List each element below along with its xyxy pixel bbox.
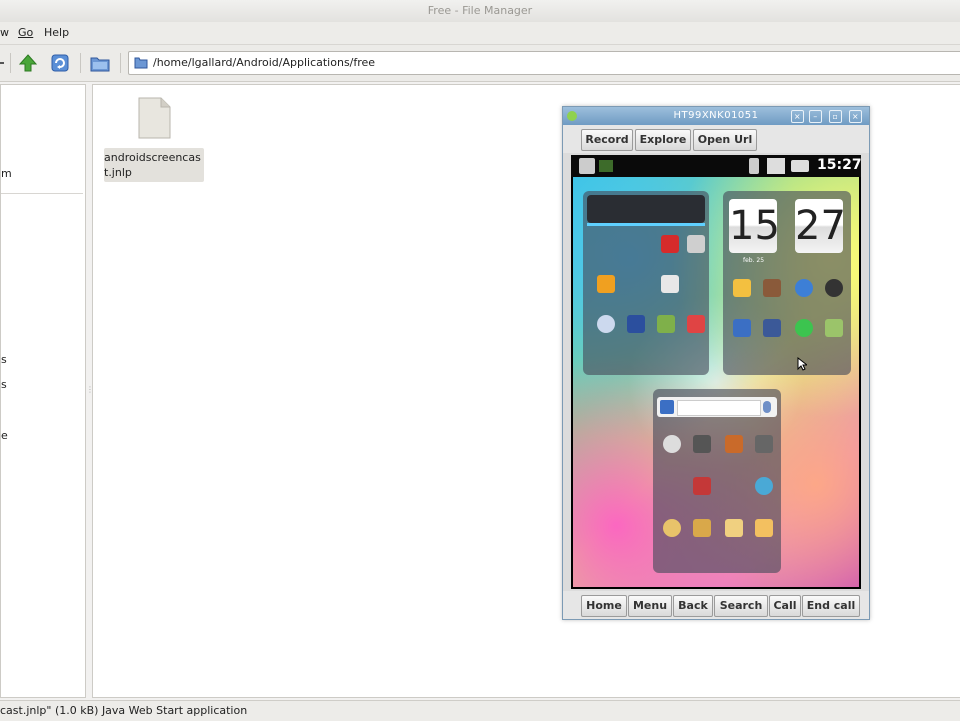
home-button[interactable]: Home [581, 595, 627, 617]
app-icon[interactable] [689, 477, 715, 495]
mouse-cursor-icon [797, 357, 807, 371]
signal-icon [767, 158, 785, 174]
screencast-title-bar[interactable]: HT99XNK01051 × – ▫ × [563, 107, 869, 125]
app-icon[interactable] [657, 275, 683, 293]
back-button[interactable]: Back [673, 595, 713, 617]
menu-view[interactable]: w [0, 26, 9, 39]
toolbar: /home/lgallard/Android/Applications/free [0, 45, 960, 82]
folder-icon [134, 57, 148, 69]
app-icon[interactable] [821, 319, 847, 337]
screencast-toolbar: Record Explore Open Url [563, 125, 869, 153]
app-icon[interactable] [721, 435, 747, 453]
app-icon[interactable] [593, 275, 619, 293]
app-icon[interactable] [729, 279, 755, 297]
sidebar-item-places[interactable]: m [1, 167, 12, 180]
app-icon[interactable] [657, 235, 683, 253]
app-icon[interactable] [689, 519, 715, 537]
app-icon[interactable] [751, 435, 777, 453]
file-item[interactable]: androidscreencast.jnlp [103, 97, 205, 182]
call-button[interactable]: Call [769, 595, 801, 617]
maximize-icon[interactable]: ▫ [829, 110, 842, 123]
phone-status-bar: 15:27 [571, 155, 861, 177]
sidebar-item-2[interactable]: s [1, 378, 7, 391]
reload-icon [51, 54, 69, 72]
window-title-bar: Free - File Manager [0, 0, 960, 23]
status-text: cast.jnlp" (1.0 kB) Java Web Start appli… [0, 704, 248, 717]
app-icon[interactable] [759, 319, 785, 337]
open-url-button[interactable]: Open Url [693, 129, 757, 151]
file-name: androidscreencast.jnlp [104, 148, 204, 182]
power-control-widget[interactable] [587, 195, 705, 223]
screencast-window[interactable]: HT99XNK01051 × – ▫ × Record Explore Open… [562, 106, 870, 620]
app-icon[interactable] [721, 519, 747, 537]
google-icon [660, 400, 674, 414]
app-icon[interactable] [659, 519, 685, 537]
clock-hour: 15 [729, 199, 780, 253]
sidebar-item-3[interactable]: e [1, 429, 8, 442]
app-icon[interactable] [683, 315, 709, 333]
sidebar-item-1[interactable]: s [1, 353, 7, 366]
side-pane: m s s e [0, 84, 86, 698]
close-window-icon[interactable]: × [849, 110, 862, 123]
app-icon[interactable] [689, 435, 715, 453]
location-bar[interactable]: /home/lgallard/Android/Applications/free [128, 51, 960, 75]
phone-screen[interactable]: 15:27 15 27 feb. 25 [571, 155, 861, 589]
file-icon [138, 97, 171, 139]
app-icon[interactable] [593, 315, 619, 333]
back-arrow-icon[interactable] [0, 51, 14, 75]
up-arrow-icon [18, 54, 38, 72]
microphone-icon[interactable] [763, 401, 771, 413]
app-icon[interactable] [759, 279, 785, 297]
app-icon[interactable] [821, 279, 847, 297]
location-path: /home/lgallard/Android/Applications/free [153, 56, 376, 69]
close-icon[interactable]: × [791, 110, 804, 123]
home-screen-wallpaper: 15 27 feb. 25 [573, 177, 859, 587]
battery-icon [791, 160, 809, 172]
status-bar: cast.jnlp" (1.0 kB) Java Web Start appli… [0, 700, 960, 721]
search-button[interactable]: Search [714, 595, 768, 617]
window-title: Free - File Manager [427, 4, 533, 17]
clock-minute: 27 [795, 199, 846, 253]
vibrate-icon [749, 158, 759, 174]
app-icon[interactable] [791, 319, 817, 337]
google-search-widget[interactable] [657, 397, 777, 417]
menu-bar: w Go Help [0, 22, 960, 45]
explore-button[interactable]: Explore [635, 129, 691, 151]
search-input[interactable] [677, 400, 761, 416]
app-icon[interactable] [751, 477, 777, 495]
up-arrow-button[interactable] [16, 51, 40, 75]
folder-icon [90, 57, 110, 72]
screencast-nav-bar: Home Menu Back Search Call End call [563, 591, 869, 619]
app-icon[interactable] [751, 519, 777, 537]
app-icon[interactable] [791, 279, 817, 297]
app-icon[interactable] [659, 435, 685, 453]
record-button[interactable]: Record [581, 129, 633, 151]
end-call-button[interactable]: End call [802, 595, 860, 617]
app-icon[interactable] [623, 315, 649, 333]
screencast-title: HT99XNK01051 [673, 110, 759, 121]
app-icon[interactable] [653, 315, 679, 333]
phone-time: 15:27 [817, 157, 861, 173]
app-icon [567, 111, 577, 121]
clock-date: feb. 25 [743, 257, 765, 264]
app-panel-bottom [653, 389, 781, 573]
menu-go[interactable]: Go [18, 26, 33, 39]
app-icon[interactable] [729, 319, 755, 337]
usb-icon [579, 158, 595, 174]
menu-help[interactable]: Help [44, 26, 69, 39]
app-icon[interactable] [683, 235, 709, 253]
clock-panel: 15 27 feb. 25 [723, 191, 851, 375]
folder-button[interactable] [88, 51, 112, 75]
pane-resize-handle[interactable]: ⋮ [86, 385, 94, 395]
notification-icon [599, 160, 613, 172]
minimize-icon[interactable]: – [809, 110, 822, 123]
menu-button[interactable]: Menu [628, 595, 672, 617]
reload-button[interactable] [48, 51, 72, 75]
app-panel-left [583, 191, 709, 375]
